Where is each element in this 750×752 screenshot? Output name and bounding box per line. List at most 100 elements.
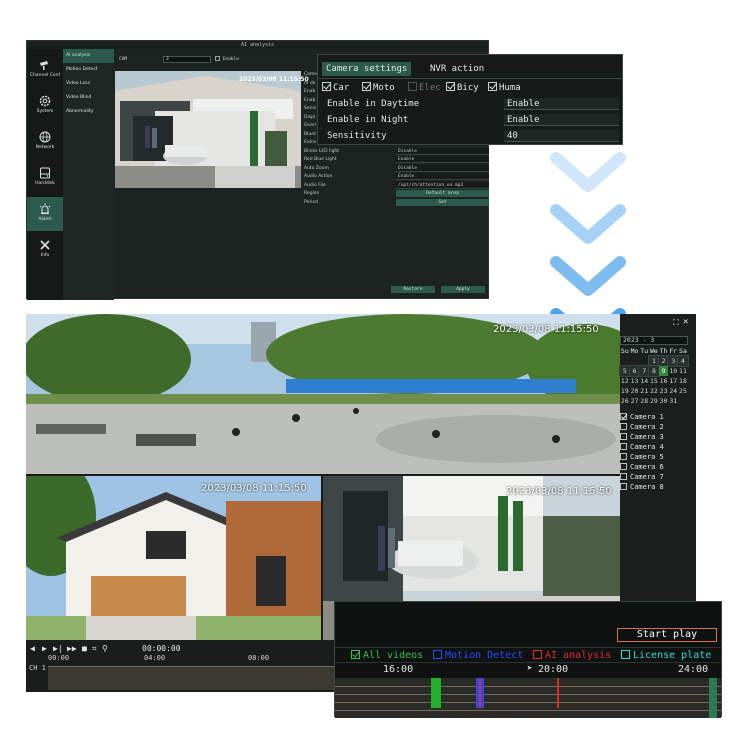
- timeline-tick: 00:00: [48, 654, 70, 662]
- calendar-day[interactable]: 29: [649, 396, 659, 406]
- calendar-day: [639, 356, 649, 366]
- sidebar-item-info[interactable]: Info: [27, 233, 63, 267]
- fast-forward-icon[interactable]: ▶▶: [67, 644, 77, 653]
- legend-license-plate[interactable]: License plate: [621, 650, 711, 662]
- sidebar-item-system[interactable]: System: [27, 89, 63, 123]
- calendar-day[interactable]: 17: [668, 376, 678, 386]
- sidebar-item-alarm[interactable]: Alarm: [27, 197, 63, 231]
- red-blue-light-select[interactable]: Enable: [396, 156, 489, 163]
- calendar-day[interactable]: 20: [630, 386, 640, 396]
- start-play-button[interactable]: Start play: [617, 628, 717, 642]
- timeline-scroll-handle[interactable]: [709, 678, 717, 718]
- camera-4-checkbox[interactable]: Camera 4: [620, 442, 664, 452]
- legend-all-videos[interactable]: All videos: [351, 650, 423, 662]
- submenu-item-video-loss[interactable]: Video Loss: [63, 77, 114, 91]
- restore-button[interactable]: Restore: [391, 286, 435, 293]
- sidebar-item-channel-conf[interactable]: Channel Conf: [27, 53, 63, 87]
- object-huma-checkbox[interactable]: Huma: [488, 82, 521, 94]
- led-light-select[interactable]: Disable: [396, 148, 489, 155]
- object-moto-checkbox[interactable]: Moto: [362, 82, 395, 94]
- crop-icon[interactable]: ⌗: [92, 644, 97, 654]
- timeline-hour: 16:00: [383, 664, 414, 675]
- stop-icon[interactable]: ■: [82, 644, 87, 653]
- sidebar-item-harddisk[interactable]: Harddisk: [27, 161, 63, 195]
- calendar-day[interactable]: 14: [639, 376, 649, 386]
- calendar-day[interactable]: 31: [668, 396, 678, 406]
- calendar-day[interactable]: 15: [649, 376, 659, 386]
- camera-1-checkbox[interactable]: Camera 1: [620, 412, 664, 422]
- all-videos-segment[interactable]: [431, 678, 441, 708]
- calendar-day[interactable]: 11: [678, 366, 688, 376]
- audio-file-select[interactable]: /opt/ch/attention_en.mp3: [396, 182, 489, 189]
- checkbox-box: [620, 483, 627, 490]
- calendar-day[interactable]: 2: [657, 355, 670, 367]
- legend-motion-detect[interactable]: Motion Detect: [433, 650, 523, 662]
- camera-6-checkbox[interactable]: Camera 6: [620, 462, 664, 472]
- object-elec-checkbox[interactable]: Elec: [408, 82, 441, 94]
- calendar-day[interactable]: 16: [659, 376, 669, 386]
- submenu-item-video-blind[interactable]: Video Blind: [63, 91, 114, 105]
- audio-action-select[interactable]: Enable: [396, 173, 489, 180]
- calendar-day[interactable]: 6: [628, 365, 641, 377]
- calendar-day[interactable]: 5: [619, 365, 631, 377]
- camera-7-checkbox[interactable]: Camera 7: [620, 472, 664, 482]
- camera-5-checkbox[interactable]: Camera 5: [620, 452, 664, 462]
- calendar-day[interactable]: 12: [620, 376, 630, 386]
- calendar-day[interactable]: 21: [639, 386, 649, 396]
- enable-checkbox[interactable]: Enable: [215, 56, 239, 62]
- calendar-day[interactable]: 8: [648, 365, 660, 377]
- ai-analysis-marker[interactable]: [557, 678, 559, 708]
- tab-camera-settings[interactable]: Camera settings: [322, 62, 412, 76]
- camera-select[interactable]: 3: [163, 56, 211, 63]
- apply-button[interactable]: Apply: [441, 286, 485, 293]
- calendar-day[interactable]: 7: [638, 365, 651, 377]
- region-default-button[interactable]: Default area: [396, 190, 489, 197]
- camera-2-view[interactable]: [26, 476, 321, 640]
- calendar-day[interactable]: 19: [620, 386, 630, 396]
- camera-2-checkbox[interactable]: Camera 2: [620, 422, 664, 432]
- reverse-play-icon[interactable]: ◀: [30, 644, 35, 653]
- calendar-day[interactable]: 1: [648, 355, 660, 367]
- camera-3-checkbox[interactable]: Camera 3: [620, 432, 664, 442]
- motion-detect-marker[interactable]: [481, 678, 484, 708]
- timeline-tick: 08:00: [248, 654, 270, 662]
- sidebar-item-network[interactable]: Network: [27, 125, 63, 159]
- zoom-icon[interactable]: ⚲: [102, 644, 108, 653]
- calendar-day[interactable]: 3: [667, 355, 680, 367]
- event-timeline[interactable]: [335, 678, 721, 718]
- submenu-item-motion-detect[interactable]: Motion Detect: [63, 63, 114, 77]
- calendar-day[interactable]: 24: [668, 386, 678, 396]
- submenu-item-abnormality[interactable]: Abnormality: [63, 105, 114, 119]
- calendar-day-selected[interactable]: 9: [658, 366, 669, 376]
- play-icon[interactable]: ▶: [42, 644, 47, 653]
- step-forward-icon[interactable]: ▶|: [53, 644, 63, 653]
- calendar-day[interactable]: 27: [630, 396, 640, 406]
- calendar-day[interactable]: 25: [678, 386, 688, 396]
- legend-ai-analysis[interactable]: AI analysis: [533, 650, 611, 662]
- calendar-day[interactable]: 23: [659, 386, 669, 396]
- ai-analysis-marker[interactable]: [479, 678, 481, 708]
- calendar-day[interactable]: 26: [620, 396, 630, 406]
- daytime-select[interactable]: Enable: [504, 98, 619, 110]
- calendar-day[interactable]: 30: [659, 396, 669, 406]
- sensitivity-input[interactable]: 40: [504, 130, 619, 142]
- calendar-day[interactable]: 10: [668, 366, 678, 376]
- fullscreen-icon[interactable]: ⛶: [673, 318, 679, 328]
- object-car-checkbox[interactable]: Car: [322, 82, 349, 94]
- calendar-day[interactable]: 13: [630, 376, 640, 386]
- calendar-day[interactable]: 28: [639, 396, 649, 406]
- checkbox-box: [620, 463, 627, 470]
- camera-1-view[interactable]: [26, 314, 620, 474]
- close-icon[interactable]: ✕: [683, 317, 688, 327]
- calendar-day[interactable]: 18: [678, 376, 688, 386]
- object-bicy-checkbox[interactable]: Bicy: [446, 82, 479, 94]
- calendar-day[interactable]: 22: [649, 386, 659, 396]
- auto-zoom-select[interactable]: Disable: [396, 165, 489, 172]
- tab-nvr-action[interactable]: NVR action: [430, 62, 484, 76]
- camera-8-checkbox[interactable]: Camera 8: [620, 482, 664, 492]
- calendar-month-select[interactable]: 2023 - 3: [620, 336, 688, 345]
- submenu-item-ai-analysis[interactable]: AI analysis: [63, 49, 114, 63]
- period-set-button[interactable]: Set: [396, 199, 489, 206]
- night-select[interactable]: Enable: [504, 114, 619, 126]
- calendar-day[interactable]: 4: [677, 355, 689, 367]
